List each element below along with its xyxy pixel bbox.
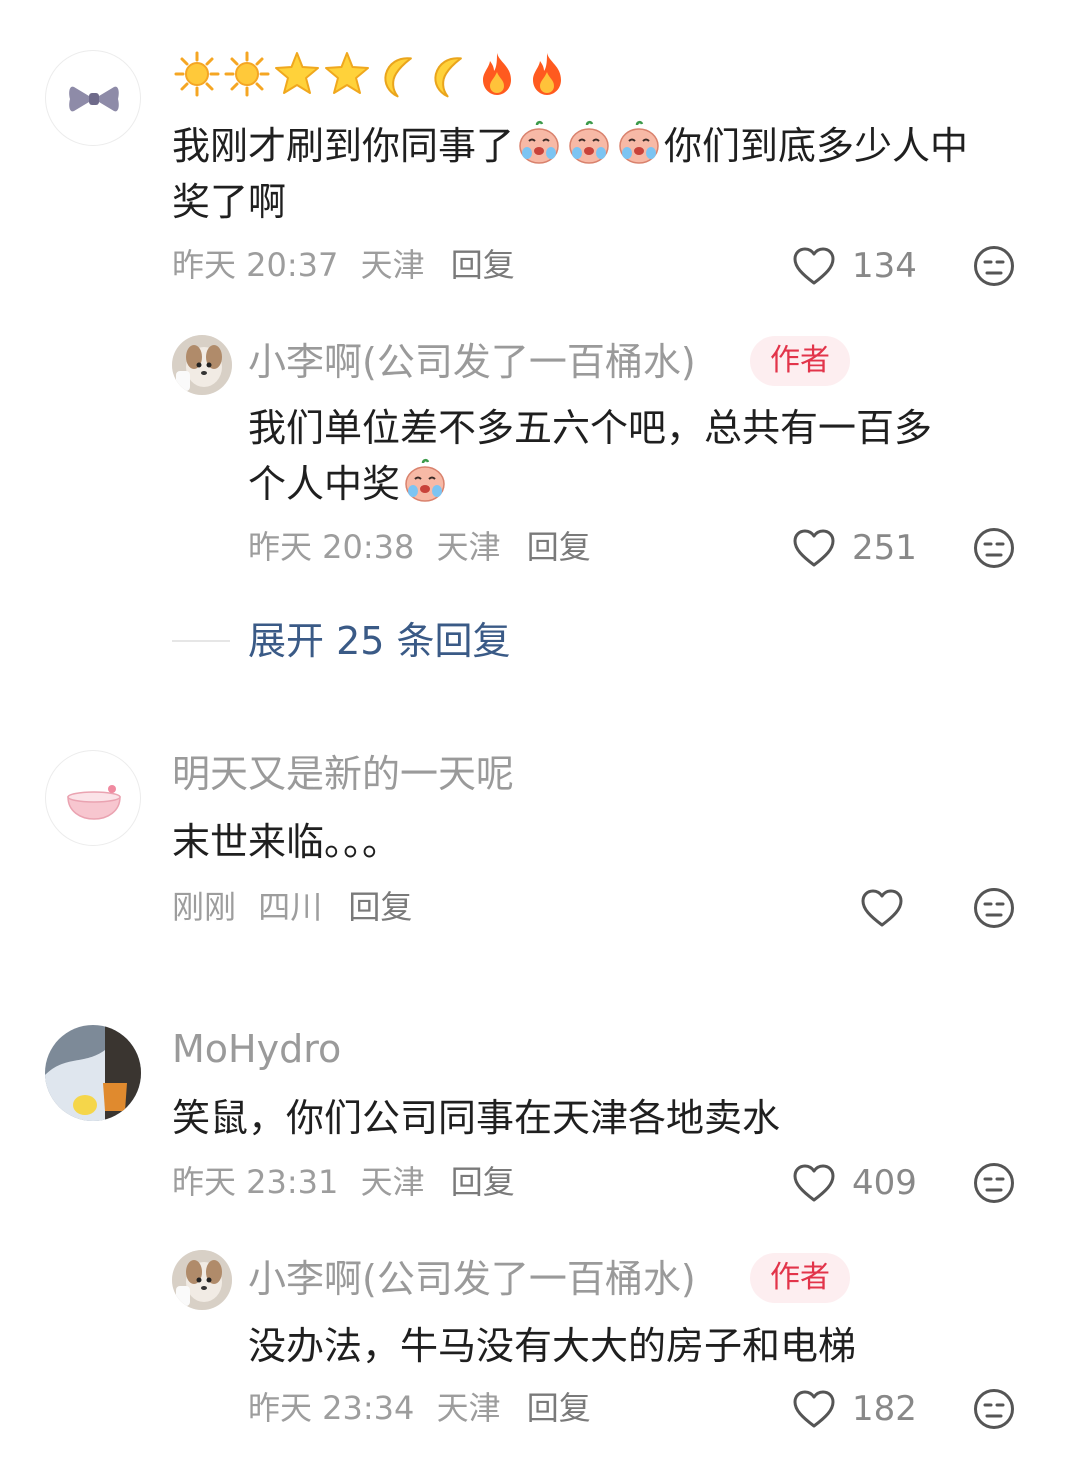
content-text: 奖了啊 <box>172 180 287 224</box>
username[interactable]: MoHydro <box>172 1030 341 1068</box>
comment-content[interactable]: 我刚才刷到你同事了 你们到底多少人中 奖了啊 <box>172 118 968 230</box>
comment-meta: 刚刚 四川 回复 <box>172 891 412 923</box>
sun-icon <box>223 50 271 98</box>
dog-photo-icon <box>172 335 232 395</box>
fire-icon <box>473 50 521 98</box>
dislike-face-icon[interactable] <box>973 245 1015 287</box>
location: 天津 <box>436 528 501 566</box>
like-button[interactable] <box>860 886 904 930</box>
dog-photo-icon <box>172 1250 232 1310</box>
star-icon <box>273 50 321 98</box>
heart-icon <box>792 1163 836 1203</box>
like-count: 409 <box>852 1163 917 1203</box>
dislike-face-icon[interactable] <box>973 527 1015 569</box>
like-button[interactable]: 182 <box>792 1387 917 1431</box>
like-button[interactable]: 409 <box>792 1161 917 1205</box>
reply-button[interactable]: 回复 <box>348 888 412 926</box>
timestamp: 昨天 20:38 <box>248 528 415 566</box>
dislike-face-icon[interactable] <box>973 887 1015 929</box>
like-button[interactable]: 134 <box>792 244 917 288</box>
crying-face-icon <box>565 119 613 167</box>
location: 四川 <box>258 888 323 926</box>
reply-button[interactable]: 回复 <box>527 1389 591 1427</box>
avatar[interactable] <box>172 335 232 395</box>
timestamp: 昨天 23:31 <box>172 1163 339 1201</box>
location: 天津 <box>360 246 425 284</box>
location: 天津 <box>436 1389 501 1427</box>
moon-icon <box>373 50 421 98</box>
reply-button[interactable]: 回复 <box>451 246 515 284</box>
moon-icon <box>423 50 471 98</box>
timestamp: 昨天 20:37 <box>172 246 339 284</box>
like-count: 182 <box>852 1389 917 1429</box>
location: 天津 <box>360 1163 425 1201</box>
like-button[interactable]: 251 <box>792 526 917 570</box>
avatar[interactable] <box>45 750 141 846</box>
content-text: 你们到底多少人中 <box>664 124 969 168</box>
avatar[interactable] <box>45 50 141 146</box>
avatar[interactable] <box>172 1250 232 1310</box>
comment-content[interactable]: 笑鼠，你们公司同事在天津各地卖水 <box>172 1090 780 1146</box>
comment-meta: 昨天 20:37 天津 回复 <box>172 249 515 281</box>
star-icon <box>323 50 371 98</box>
timestamp: 刚刚 <box>172 888 237 926</box>
fire-icon <box>523 50 571 98</box>
crying-face-icon <box>401 457 449 505</box>
content-text: 个人中奖 <box>248 462 401 506</box>
expand-replies-button[interactable]: 展开 25 条回复 <box>248 622 511 660</box>
author-badge: 作者 <box>750 1253 850 1303</box>
reply-button[interactable]: 回复 <box>527 528 591 566</box>
username[interactable]: 明天又是新的一天呢 <box>172 755 514 793</box>
reply-meta: 昨天 20:38 天津 回复 <box>248 531 591 563</box>
heart-icon <box>792 528 836 568</box>
bow-icon <box>69 86 119 112</box>
divider <box>172 640 230 642</box>
like-count: 134 <box>852 246 917 286</box>
dislike-face-icon[interactable] <box>973 1162 1015 1204</box>
bowl-icon <box>67 785 121 820</box>
heart-icon <box>792 246 836 286</box>
dislike-face-icon[interactable] <box>973 1388 1015 1430</box>
reply-content[interactable]: 我们单位差不多五六个吧，总共有一百多 个人中奖 <box>248 400 932 512</box>
reply-username[interactable]: 小李啊(公司发了一百桶水) <box>248 343 696 381</box>
reply-button[interactable]: 回复 <box>451 1163 515 1201</box>
comment-content[interactable]: 末世来临。。。 <box>172 814 400 870</box>
photo-icon <box>45 1025 141 1121</box>
sun-icon <box>173 50 221 98</box>
heart-icon <box>860 888 904 928</box>
content-text: 我们单位差不多五六个吧，总共有一百多 <box>248 406 933 450</box>
content-text: 我刚才刷到你同事了 <box>172 124 515 168</box>
username-icons[interactable] <box>172 50 572 100</box>
timestamp: 昨天 23:34 <box>248 1389 415 1427</box>
heart-icon <box>792 1389 836 1429</box>
author-badge: 作者 <box>750 336 850 386</box>
like-count: 251 <box>852 528 917 568</box>
avatar[interactable] <box>45 1025 141 1121</box>
comment-meta: 昨天 23:31 天津 回复 <box>172 1166 515 1198</box>
reply-meta: 昨天 23:34 天津 回复 <box>248 1392 591 1424</box>
crying-face-icon <box>615 119 663 167</box>
crying-face-icon <box>515 119 563 167</box>
reply-content[interactable]: 没办法，牛马没有大大的房子和电梯 <box>248 1318 856 1374</box>
reply-username[interactable]: 小李啊(公司发了一百桶水) <box>248 1260 696 1298</box>
